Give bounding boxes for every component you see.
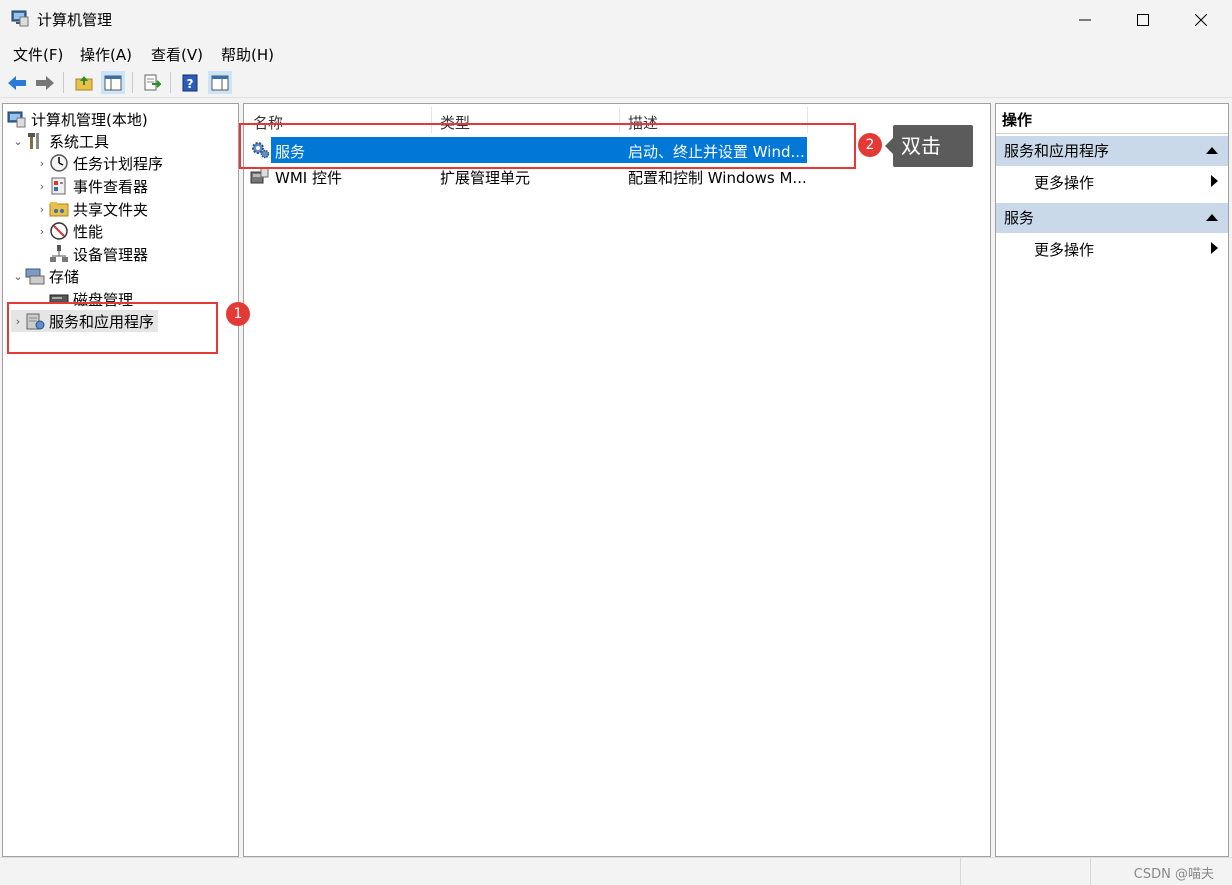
svg-text:?: ? [187, 77, 194, 91]
storage-icon [25, 268, 45, 285]
forward-button[interactable] [33, 71, 57, 94]
back-arrow-icon [8, 75, 26, 90]
chevron-down-icon[interactable]: ⌄ [11, 135, 25, 148]
chevron-right-icon[interactable]: › [35, 157, 49, 170]
toolbar-separator [63, 72, 64, 93]
help-icon: ? [182, 74, 198, 91]
menu-bar: 文件(F) 操作(A) 查看(V) 帮助(H) [0, 39, 1232, 67]
tree-item-label: 设备管理器 [73, 245, 149, 264]
menu-file[interactable]: 文件(F) [13, 44, 63, 65]
show-hide-action-pane-button[interactable] [208, 71, 232, 94]
maximize-button[interactable] [1114, 0, 1172, 39]
device-manager-icon [50, 245, 68, 262]
window-title: 计算机管理 [37, 11, 113, 29]
close-button[interactable] [1172, 0, 1230, 39]
tree-item-label: 事件查看器 [73, 177, 149, 196]
watermark-text: CSDN @喵夫 [1133, 867, 1214, 882]
annotation-box-1 [7, 302, 218, 354]
console-tree-pane: 计算机管理(本地) ⌄ 系统工具 › 任务计划程序 › 事件查看器 › 共享文件… [2, 103, 239, 857]
tree-item-label: 任务计划程序 [73, 154, 164, 173]
show-hide-action-pane-icon [211, 75, 229, 90]
chevron-right-icon[interactable]: › [35, 203, 49, 216]
minimize-button[interactable] [1056, 0, 1114, 39]
toolbar-separator [132, 72, 133, 93]
back-button[interactable] [5, 71, 29, 94]
row-type: 扩展管理单元 [440, 169, 531, 187]
tree-item-computer-management[interactable]: 计算机管理(本地) [7, 108, 148, 130]
clock-icon [50, 154, 68, 172]
annotation-badge-1: 1 [226, 302, 250, 326]
annotation-badge-2: 2 [858, 133, 882, 157]
event-viewer-icon [51, 177, 66, 195]
menu-action[interactable]: 操作(A) [80, 44, 132, 65]
show-hide-tree-button[interactable] [101, 71, 125, 94]
minimize-icon [1079, 19, 1091, 20]
tree-item-label: 性能 [73, 222, 104, 241]
action-more-actions[interactable]: 更多操作 [1034, 239, 1094, 260]
chevron-down-icon[interactable]: ⌄ [11, 270, 25, 283]
menu-help[interactable]: 帮助(H) [221, 44, 274, 65]
computer-management-icon [11, 10, 29, 27]
status-segment [960, 858, 961, 885]
close-icon [1195, 13, 1207, 26]
tree-item-task-scheduler[interactable]: › 任务计划程序 [35, 152, 163, 174]
tree-item-label: 存储 [49, 267, 80, 286]
computer-management-icon [7, 111, 26, 128]
status-segment [1090, 858, 1091, 885]
tree-item-event-viewer[interactable]: › 事件查看器 [35, 175, 148, 197]
collapse-caret-icon[interactable] [1206, 147, 1218, 154]
tree-item-label: 共享文件夹 [73, 200, 149, 219]
export-list-icon [144, 74, 161, 90]
tree-item-performance[interactable]: › 性能 [35, 220, 103, 242]
title-bar: 计算机管理 [0, 0, 1232, 39]
tree-item-label: 计算机管理(本地) [31, 110, 148, 129]
tree-item-system-tools[interactable]: ⌄ 系统工具 [11, 130, 109, 152]
help-button[interactable]: ? [178, 71, 202, 94]
performance-icon [50, 222, 68, 240]
tree-item-label: 系统工具 [49, 132, 110, 151]
chevron-right-icon[interactable]: › [35, 225, 49, 238]
action-section-label: 服务和应用程序 [1004, 142, 1110, 160]
action-more-actions[interactable]: 更多操作 [1034, 172, 1094, 193]
row-name: WMI 控件 [275, 169, 342, 187]
wmi-icon [250, 167, 269, 184]
up-level-button[interactable] [72, 71, 96, 94]
actions-title: 操作 [996, 107, 1228, 134]
shared-folder-icon [49, 202, 69, 217]
action-section-services[interactable]: 服务 [996, 203, 1228, 233]
submenu-arrow-icon[interactable] [1211, 175, 1218, 187]
annotation-box-2 [239, 123, 856, 169]
tree-item-device-manager[interactable]: 设备管理器 [35, 243, 148, 265]
submenu-arrow-icon[interactable] [1211, 242, 1218, 254]
menu-view[interactable]: 查看(V) [151, 44, 203, 65]
annotation-tooltip: 双击 [885, 125, 973, 167]
status-bar: CSDN @喵夫 [0, 857, 1232, 885]
forward-arrow-icon [36, 75, 54, 90]
chevron-right-icon[interactable]: › [35, 180, 49, 193]
tools-icon [28, 133, 39, 149]
tree-item-shared-folders[interactable]: › 共享文件夹 [35, 198, 148, 220]
action-section-label: 服务 [1004, 209, 1035, 227]
row-description: 配置和控制 Windows M... [628, 169, 807, 187]
action-section-services-applications[interactable]: 服务和应用程序 [996, 136, 1228, 166]
export-list-button[interactable] [140, 71, 164, 94]
maximize-icon [1137, 13, 1149, 26]
details-list-pane: 名称 类型 描述 服务 启动、终止并设置 Wind... WMI 控件 扩展管理… [243, 103, 991, 857]
collapse-caret-icon[interactable] [1206, 214, 1218, 221]
toolbar-separator [170, 72, 171, 93]
show-hide-tree-icon [104, 75, 122, 90]
toolbar: ? [0, 67, 1232, 98]
tree-item-storage[interactable]: ⌄ 存储 [11, 265, 79, 287]
up-folder-icon [75, 75, 93, 90]
actions-pane: 操作 服务和应用程序 更多操作 服务 更多操作 [995, 103, 1229, 857]
